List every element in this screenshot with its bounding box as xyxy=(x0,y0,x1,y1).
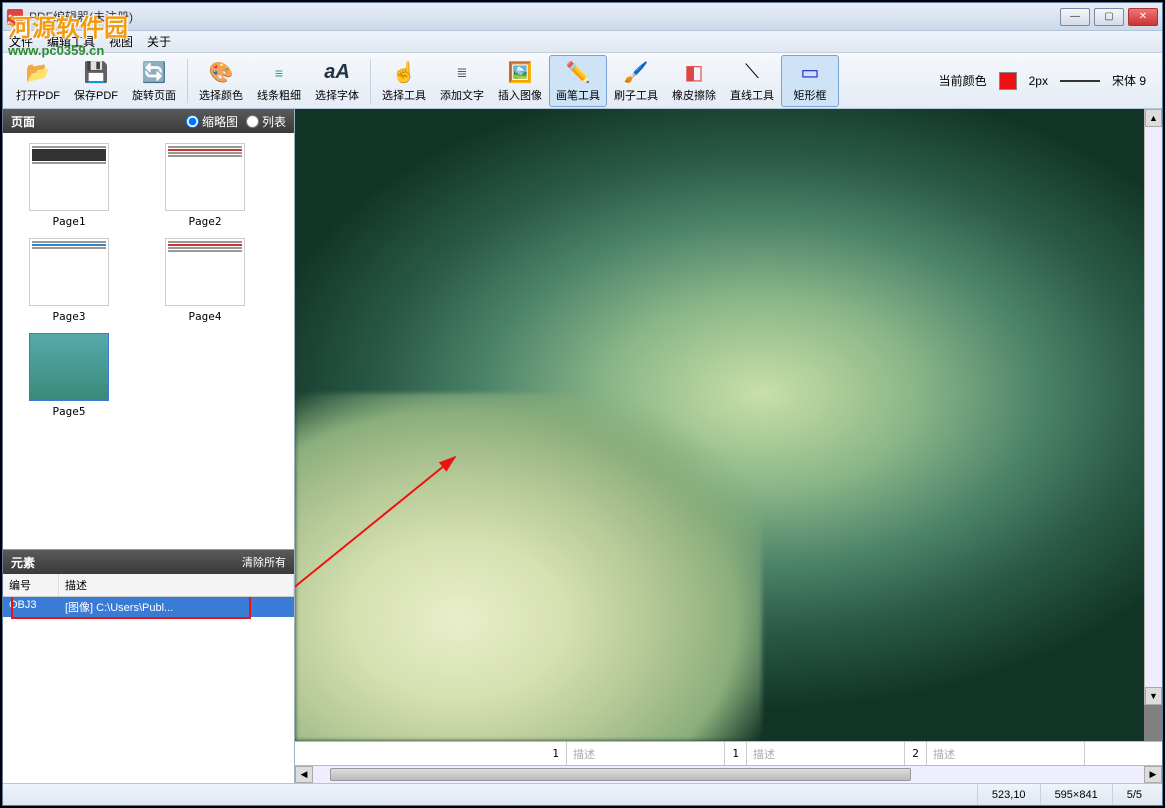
folder-open-icon: 📂 xyxy=(24,59,52,87)
window-title: PDF编辑器(未注册) xyxy=(29,8,1060,25)
close-button[interactable]: ✕ xyxy=(1128,8,1158,26)
rectangle-icon: ▭ xyxy=(796,59,824,87)
rotate-page-button[interactable]: 🔄旋转页面 xyxy=(125,55,183,107)
toolbar: 📂打开PDF 💾保存PDF 🔄旋转页面 🎨选择颜色 ≡线条粗细 aA选择字体 ☝… xyxy=(3,53,1162,109)
select-color-button[interactable]: 🎨选择颜色 xyxy=(192,55,250,107)
font-icon: aA xyxy=(323,59,351,87)
pages-pane-header: 页面 缩略图 列表 xyxy=(3,109,294,133)
document-canvas[interactable] xyxy=(295,109,1144,741)
canvas-area[interactable]: ▲ ▼ xyxy=(295,109,1162,741)
menu-edit-tools[interactable]: 编辑工具 xyxy=(47,33,95,50)
rotate-icon: 🔄 xyxy=(140,59,168,87)
status-dimensions: 595×841 xyxy=(1040,784,1112,805)
status-coords: 523,10 xyxy=(977,784,1040,805)
content-area: 页面 缩略图 列表 Page1 Page2 Page3 Page4 Page5 … xyxy=(3,109,1162,783)
paint-tool-button[interactable]: 🖌️刷子工具 xyxy=(607,55,665,107)
scroll-thumb[interactable] xyxy=(330,768,912,781)
font-label: 宋体 9 xyxy=(1112,72,1146,89)
elements-pane-title: 元素 xyxy=(11,554,242,571)
stroke-width-label: 2px xyxy=(1029,74,1048,88)
pages-pane-title: 页面 xyxy=(11,113,178,130)
eraser-tool-button[interactable]: ◧橡皮擦除 xyxy=(665,55,723,107)
app-icon xyxy=(7,9,23,25)
menubar: 文件 编辑工具 视图 关于 xyxy=(3,31,1162,53)
clear-all-button[interactable]: 清除所有 xyxy=(242,554,286,570)
elements-pane: 元素 清除所有 编号 描述 OBJ3 [图像] C:\Users\Publ... xyxy=(3,549,294,783)
paintbrush-icon: 🖌️ xyxy=(622,59,650,87)
current-color-label: 当前颜色 xyxy=(939,72,987,89)
toolbar-status: 当前颜色 2px 宋体 9 xyxy=(939,72,1156,90)
line-tool-button[interactable]: ⟍直线工具 xyxy=(723,55,781,107)
view-thumb-radio[interactable]: 缩略图 xyxy=(186,113,238,130)
open-pdf-button[interactable]: 📂打开PDF xyxy=(9,55,67,107)
minimize-button[interactable]: — xyxy=(1060,8,1090,26)
canvas-panel: ▲ ▼ 1 描述 1 描述 2 描述 ◀ xyxy=(295,109,1162,783)
brush-tool-button[interactable]: ✏️画笔工具 xyxy=(549,55,607,107)
elements-table-header: 编号 描述 xyxy=(3,574,294,597)
save-pdf-button[interactable]: 💾保存PDF xyxy=(67,55,125,107)
page-thumb[interactable]: Page2 xyxy=(145,143,265,228)
horizontal-scrollbar[interactable]: ◀ ▶ xyxy=(295,765,1162,783)
toolbar-separator xyxy=(187,59,188,103)
scroll-down-icon[interactable]: ▼ xyxy=(1145,687,1162,705)
menu-file[interactable]: 文件 xyxy=(9,33,33,50)
index-desc[interactable]: 描述 xyxy=(747,742,905,765)
index-desc[interactable]: 描述 xyxy=(927,742,1085,765)
line-icon: ⟍ xyxy=(738,59,766,87)
add-text-button[interactable]: ≣添加文字 xyxy=(433,55,491,107)
stroke-sample xyxy=(1060,80,1100,82)
statusbar: 523,10 595×841 5/5 xyxy=(3,783,1162,805)
index-cell[interactable]: 1 xyxy=(725,742,747,765)
text-lines-icon: ≣ xyxy=(448,59,476,87)
index-desc[interactable]: 描述 xyxy=(567,742,725,765)
select-tool-button[interactable]: ☝️选择工具 xyxy=(375,55,433,107)
line-weight-button[interactable]: ≡线条粗细 xyxy=(250,55,308,107)
sidebar: 页面 缩略图 列表 Page1 Page2 Page3 Page4 Page5 … xyxy=(3,109,295,783)
vertical-scrollbar[interactable]: ▲ ▼ xyxy=(1144,109,1162,705)
pointer-icon: ☝️ xyxy=(390,59,418,87)
pencil-icon: ✏️ xyxy=(564,59,592,87)
insert-image-button[interactable]: 🖼️插入图像 xyxy=(491,55,549,107)
index-cell[interactable]: 1 xyxy=(545,742,567,765)
scroll-up-icon[interactable]: ▲ xyxy=(1145,109,1162,127)
col-desc: 描述 xyxy=(59,574,294,596)
element-row[interactable]: OBJ3 [图像] C:\Users\Publ... xyxy=(3,597,294,617)
page-thumb[interactable]: Page1 xyxy=(9,143,129,228)
page-thumbnails: Page1 Page2 Page3 Page4 Page5 xyxy=(3,133,294,549)
page-thumb[interactable]: Page4 xyxy=(145,238,265,323)
page-thumb-selected[interactable]: Page5 xyxy=(9,333,129,418)
current-color-swatch[interactable] xyxy=(999,72,1017,90)
page-thumb[interactable]: Page3 xyxy=(9,238,129,323)
select-font-button[interactable]: aA选择字体 xyxy=(308,55,366,107)
status-page-nav: 5/5 xyxy=(1112,784,1156,805)
col-id: 编号 xyxy=(3,574,59,596)
scroll-left-icon[interactable]: ◀ xyxy=(295,766,313,783)
titlebar: PDF编辑器(未注册) — ▢ ✕ xyxy=(3,3,1162,31)
index-cell[interactable]: 2 xyxy=(905,742,927,765)
image-content xyxy=(295,393,762,741)
save-icon: 💾 xyxy=(82,59,110,87)
elements-pane-header: 元素 清除所有 xyxy=(3,550,294,574)
image-icon: 🖼️ xyxy=(506,59,534,87)
maximize-button[interactable]: ▢ xyxy=(1094,8,1124,26)
menu-about[interactable]: 关于 xyxy=(147,33,171,50)
eraser-icon: ◧ xyxy=(680,59,708,87)
app-window: PDF编辑器(未注册) — ▢ ✕ 文件 编辑工具 视图 关于 📂打开PDF 💾… xyxy=(2,2,1163,806)
toolbar-separator xyxy=(370,59,371,103)
menu-view[interactable]: 视图 xyxy=(109,33,133,50)
view-list-radio[interactable]: 列表 xyxy=(246,113,286,130)
elements-rows: OBJ3 [图像] C:\Users\Publ... xyxy=(3,597,294,783)
line-weight-icon: ≡ xyxy=(265,59,293,87)
palette-icon: 🎨 xyxy=(207,59,235,87)
rect-tool-button[interactable]: ▭矩形框 xyxy=(781,55,839,107)
footer-index-strip: 1 描述 1 描述 2 描述 xyxy=(295,741,1162,765)
scroll-right-icon[interactable]: ▶ xyxy=(1144,766,1162,783)
